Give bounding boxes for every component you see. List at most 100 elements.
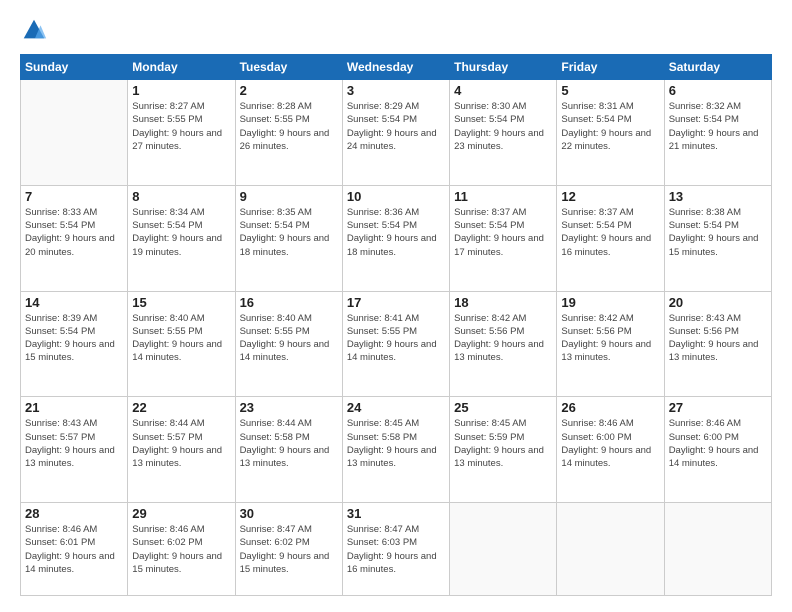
day-number: 25 [454, 400, 552, 415]
day-info: Sunrise: 8:32 AM Sunset: 5:54 PM Dayligh… [669, 100, 767, 153]
calendar-cell: 21 Sunrise: 8:43 AM Sunset: 5:57 PM Dayli… [21, 397, 128, 503]
day-info: Sunrise: 8:37 AM Sunset: 5:54 PM Dayligh… [561, 206, 659, 259]
day-info: Sunrise: 8:29 AM Sunset: 5:54 PM Dayligh… [347, 100, 445, 153]
calendar-cell [450, 503, 557, 596]
calendar-cell: 5 Sunrise: 8:31 AM Sunset: 5:54 PM Daylig… [557, 80, 664, 186]
day-info: Sunrise: 8:43 AM Sunset: 5:57 PM Dayligh… [25, 417, 123, 470]
day-info: Sunrise: 8:45 AM Sunset: 5:58 PM Dayligh… [347, 417, 445, 470]
day-number: 21 [25, 400, 123, 415]
day-info: Sunrise: 8:46 AM Sunset: 6:00 PM Dayligh… [561, 417, 659, 470]
day-number: 3 [347, 83, 445, 98]
day-info: Sunrise: 8:34 AM Sunset: 5:54 PM Dayligh… [132, 206, 230, 259]
day-number: 27 [669, 400, 767, 415]
day-info: Sunrise: 8:44 AM Sunset: 5:57 PM Dayligh… [132, 417, 230, 470]
day-number: 14 [25, 295, 123, 310]
day-number: 19 [561, 295, 659, 310]
day-number: 4 [454, 83, 552, 98]
day-number: 10 [347, 189, 445, 204]
calendar-cell: 3 Sunrise: 8:29 AM Sunset: 5:54 PM Daylig… [342, 80, 449, 186]
calendar-cell: 14 Sunrise: 8:39 AM Sunset: 5:54 PM Dayli… [21, 291, 128, 397]
day-number: 2 [240, 83, 338, 98]
logo [20, 16, 52, 44]
day-info: Sunrise: 8:46 AM Sunset: 6:01 PM Dayligh… [25, 523, 123, 576]
day-number: 17 [347, 295, 445, 310]
day-info: Sunrise: 8:30 AM Sunset: 5:54 PM Dayligh… [454, 100, 552, 153]
day-number: 20 [669, 295, 767, 310]
calendar-cell: 4 Sunrise: 8:30 AM Sunset: 5:54 PM Daylig… [450, 80, 557, 186]
calendar-cell: 16 Sunrise: 8:40 AM Sunset: 5:55 PM Dayli… [235, 291, 342, 397]
day-info: Sunrise: 8:37 AM Sunset: 5:54 PM Dayligh… [454, 206, 552, 259]
calendar-cell: 23Sunrise: 8:44 AM Sunset: 5:58 PM Dayli… [235, 397, 342, 503]
calendar-cell [557, 503, 664, 596]
day-info: Sunrise: 8:40 AM Sunset: 5:55 PM Dayligh… [132, 312, 230, 365]
day-info: Sunrise: 8:47 AM Sunset: 6:02 PM Dayligh… [240, 523, 338, 576]
day-info: Sunrise: 8:42 AM Sunset: 5:56 PM Dayligh… [561, 312, 659, 365]
calendar-cell: 12 Sunrise: 8:37 AM Sunset: 5:54 PM Dayli… [557, 185, 664, 291]
day-number: 12 [561, 189, 659, 204]
calendar-cell: 19 Sunrise: 8:42 AM Sunset: 5:56 PM Dayli… [557, 291, 664, 397]
day-info: Sunrise: 8:41 AM Sunset: 5:55 PM Dayligh… [347, 312, 445, 365]
day-number: 13 [669, 189, 767, 204]
day-number: 26 [561, 400, 659, 415]
calendar-cell: 18 Sunrise: 8:42 AM Sunset: 5:56 PM Dayli… [450, 291, 557, 397]
day-number: 11 [454, 189, 552, 204]
calendar-cell: 22Sunrise: 8:44 AM Sunset: 5:57 PM Dayli… [128, 397, 235, 503]
day-number: 16 [240, 295, 338, 310]
day-info: Sunrise: 8:33 AM Sunset: 5:54 PM Dayligh… [25, 206, 123, 259]
day-info: Sunrise: 8:36 AM Sunset: 5:54 PM Dayligh… [347, 206, 445, 259]
calendar-cell: 20 Sunrise: 8:43 AM Sunset: 5:56 PM Dayli… [664, 291, 771, 397]
calendar-cell: 11 Sunrise: 8:37 AM Sunset: 5:54 PM Dayli… [450, 185, 557, 291]
day-number: 29 [132, 506, 230, 521]
day-info: Sunrise: 8:46 AM Sunset: 6:00 PM Dayligh… [669, 417, 767, 470]
calendar-cell: 6Sunrise: 8:32 AM Sunset: 5:54 PM Daylig… [664, 80, 771, 186]
day-info: Sunrise: 8:39 AM Sunset: 5:54 PM Dayligh… [25, 312, 123, 365]
day-number: 24 [347, 400, 445, 415]
day-info: Sunrise: 8:42 AM Sunset: 5:56 PM Dayligh… [454, 312, 552, 365]
day-info: Sunrise: 8:27 AM Sunset: 5:55 PM Dayligh… [132, 100, 230, 153]
day-info: Sunrise: 8:38 AM Sunset: 5:54 PM Dayligh… [669, 206, 767, 259]
calendar-cell: 2 Sunrise: 8:28 AM Sunset: 5:55 PM Daylig… [235, 80, 342, 186]
weekday-header: Monday [128, 55, 235, 80]
day-info: Sunrise: 8:28 AM Sunset: 5:55 PM Dayligh… [240, 100, 338, 153]
day-info: Sunrise: 8:40 AM Sunset: 5:55 PM Dayligh… [240, 312, 338, 365]
calendar-cell: 30 Sunrise: 8:47 AM Sunset: 6:02 PM Dayli… [235, 503, 342, 596]
day-info: Sunrise: 8:35 AM Sunset: 5:54 PM Dayligh… [240, 206, 338, 259]
day-info: Sunrise: 8:45 AM Sunset: 5:59 PM Dayligh… [454, 417, 552, 470]
day-number: 9 [240, 189, 338, 204]
calendar-cell: 25 Sunrise: 8:45 AM Sunset: 5:59 PM Dayli… [450, 397, 557, 503]
day-number: 8 [132, 189, 230, 204]
calendar-cell [21, 80, 128, 186]
calendar-cell: 1 Sunrise: 8:27 AM Sunset: 5:55 PM Daylig… [128, 80, 235, 186]
calendar-table: SundayMondayTuesdayWednesdayThursdayFrid… [20, 54, 772, 596]
calendar-cell: 10 Sunrise: 8:36 AM Sunset: 5:54 PM Dayli… [342, 185, 449, 291]
header [20, 16, 772, 44]
day-info: Sunrise: 8:46 AM Sunset: 6:02 PM Dayligh… [132, 523, 230, 576]
day-number: 7 [25, 189, 123, 204]
calendar-cell: 8 Sunrise: 8:34 AM Sunset: 5:54 PM Daylig… [128, 185, 235, 291]
weekday-header: Thursday [450, 55, 557, 80]
day-number: 18 [454, 295, 552, 310]
calendar-cell: 24 Sunrise: 8:45 AM Sunset: 5:58 PM Dayli… [342, 397, 449, 503]
generalblue-logo-icon [20, 16, 48, 44]
calendar-cell [664, 503, 771, 596]
weekday-header: Wednesday [342, 55, 449, 80]
day-number: 15 [132, 295, 230, 310]
day-number: 1 [132, 83, 230, 98]
calendar-cell: 29 Sunrise: 8:46 AM Sunset: 6:02 PM Dayli… [128, 503, 235, 596]
day-info: Sunrise: 8:43 AM Sunset: 5:56 PM Dayligh… [669, 312, 767, 365]
day-info: Sunrise: 8:31 AM Sunset: 5:54 PM Dayligh… [561, 100, 659, 153]
page: SundayMondayTuesdayWednesdayThursdayFrid… [0, 0, 792, 612]
weekday-header: Tuesday [235, 55, 342, 80]
day-number: 5 [561, 83, 659, 98]
day-number: 31 [347, 506, 445, 521]
calendar-cell: 31Sunrise: 8:47 AM Sunset: 6:03 PM Dayli… [342, 503, 449, 596]
calendar-cell: 26 Sunrise: 8:46 AM Sunset: 6:00 PM Dayli… [557, 397, 664, 503]
calendar-cell: 17 Sunrise: 8:41 AM Sunset: 5:55 PM Dayli… [342, 291, 449, 397]
day-number: 28 [25, 506, 123, 521]
day-number: 30 [240, 506, 338, 521]
calendar-cell: 7 Sunrise: 8:33 AM Sunset: 5:54 PM Daylig… [21, 185, 128, 291]
weekday-header: Friday [557, 55, 664, 80]
day-info: Sunrise: 8:44 AM Sunset: 5:58 PM Dayligh… [240, 417, 338, 470]
weekday-header: Saturday [664, 55, 771, 80]
calendar-cell: 9 Sunrise: 8:35 AM Sunset: 5:54 PM Daylig… [235, 185, 342, 291]
